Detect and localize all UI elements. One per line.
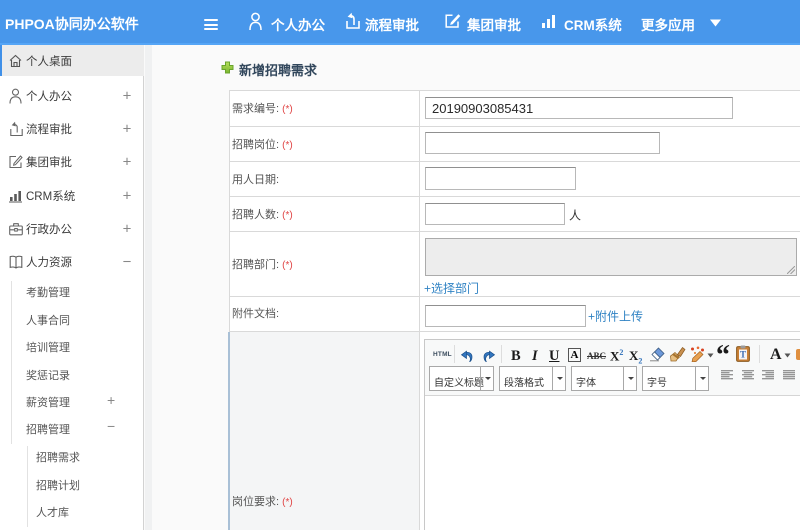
svg-text:T: T [740, 350, 746, 360]
